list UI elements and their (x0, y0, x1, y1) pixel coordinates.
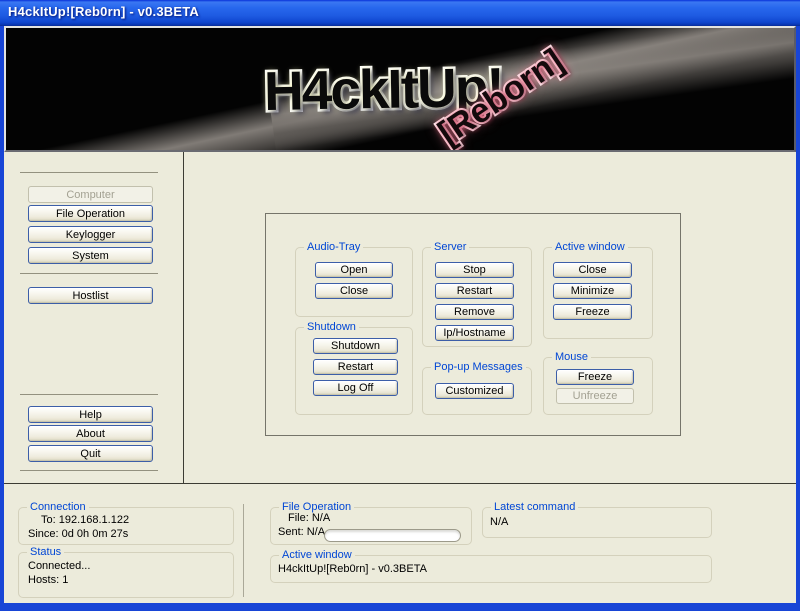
sidebar-divider (20, 394, 158, 395)
audio-tray-close-button[interactable]: Close (315, 283, 393, 299)
mouse-freeze-button[interactable]: Freeze (556, 369, 634, 385)
shutdown-restart-button[interactable]: Restart (313, 359, 398, 375)
keylogger-button[interactable]: Keylogger (28, 226, 153, 243)
status-hosts-value: Hosts: 1 (28, 574, 68, 586)
sidebar-divider (20, 172, 158, 173)
shutdown-logoff-button[interactable]: Log Off (313, 380, 398, 396)
server-group-label: Server (431, 241, 469, 253)
window-title: H4ckItUp![Reb0rn] - v0.3BETA (8, 4, 199, 19)
mouse-group-label: Mouse (552, 351, 591, 363)
help-button[interactable]: Help (28, 406, 153, 423)
active-window-status-value: H4ckItUp![Reb0rn] - v0.3BETA (278, 563, 427, 575)
about-button[interactable]: About (28, 425, 153, 442)
server-restart-button[interactable]: Restart (435, 283, 514, 299)
connection-group: Connection To: 192.168.1.122 Since: 0d 0… (18, 507, 234, 545)
active-window-group-label: Active window (552, 241, 628, 253)
file-transfer-progress-bar (324, 529, 461, 542)
latest-command-value: N/A (490, 516, 508, 528)
system-button[interactable]: System (28, 247, 153, 264)
latest-command-group-label: Latest command (491, 501, 578, 513)
sidebar-divider (20, 470, 158, 471)
statusbar-column-divider (243, 504, 244, 597)
file-operation-button[interactable]: File Operation (28, 205, 153, 222)
latest-command-group: Latest command N/A (482, 507, 712, 538)
active-window-freeze-button[interactable]: Freeze (553, 304, 632, 320)
status-group-label: Status (27, 546, 64, 558)
active-window-minimize-button[interactable]: Minimize (553, 283, 632, 299)
file-operation-file-value: File: N/A (288, 512, 330, 524)
server-remove-button[interactable]: Remove (435, 304, 514, 320)
status-group: Status Connected... Hosts: 1 (18, 552, 234, 598)
app-window: H4ckItUp![Reb0rn] - v0.3BETA H4ckItUp! [… (0, 0, 800, 611)
audio-tray-group: Audio-Tray (295, 247, 413, 317)
connection-to-value: To: 192.168.1.122 (41, 514, 129, 526)
status-connected-value: Connected... (28, 560, 90, 572)
hostlist-button[interactable]: Hostlist (28, 287, 153, 304)
popup-messages-group-label: Pop-up Messages (431, 361, 526, 373)
connection-group-label: Connection (27, 501, 89, 513)
sidebar-separator-line (183, 152, 184, 483)
mouse-unfreeze-button: Unfreeze (556, 388, 634, 404)
banner: H4ckItUp! [Reborn] (4, 26, 796, 152)
active-window-status-group: Active window H4ckItUp![Reb0rn] - v0.3BE… (270, 555, 712, 583)
popup-customized-button[interactable]: Customized (435, 383, 514, 399)
quit-button[interactable]: Quit (28, 445, 153, 462)
shutdown-shutdown-button[interactable]: Shutdown (313, 338, 398, 354)
server-stop-button[interactable]: Stop (435, 262, 514, 278)
active-window-close-button[interactable]: Close (553, 262, 632, 278)
statusbar-separator-line (4, 483, 796, 484)
computer-button: Computer (28, 186, 153, 203)
active-window-status-group-label: Active window (279, 549, 355, 561)
sidebar-divider (20, 273, 158, 274)
shutdown-group-label: Shutdown (304, 321, 359, 333)
file-operation-sent-value: Sent: N/A (278, 526, 325, 538)
audio-tray-open-button[interactable]: Open (315, 262, 393, 278)
server-iphostname-button[interactable]: Ip/Hostname (435, 325, 514, 341)
content-area: Computer File Operation Keylogger System… (4, 152, 796, 603)
audio-tray-group-label: Audio-Tray (304, 241, 363, 253)
title-bar[interactable]: H4ckItUp![Reb0rn] - v0.3BETA (0, 0, 800, 26)
connection-since-value: Since: 0d 0h 0m 27s (28, 528, 128, 540)
mouse-group: Mouse (543, 357, 653, 415)
file-operation-group: File Operation File: N/A Sent: N/A (270, 507, 472, 545)
